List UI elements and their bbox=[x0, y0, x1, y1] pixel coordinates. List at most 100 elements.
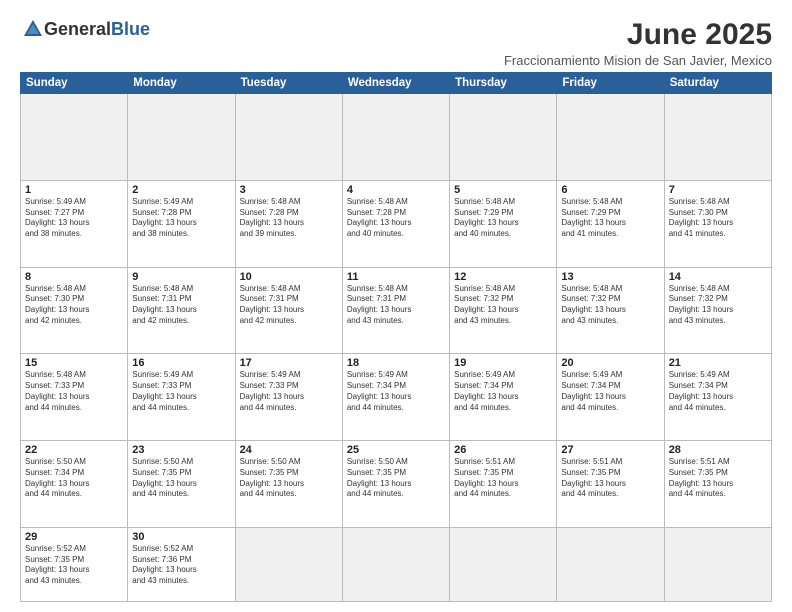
logo: GeneralBlue bbox=[20, 18, 150, 40]
calendar-cell bbox=[664, 94, 771, 181]
calendar-cell: 2Sunrise: 5:49 AMSunset: 7:28 PMDaylight… bbox=[128, 180, 235, 267]
calendar-cell bbox=[450, 94, 557, 181]
day-info: Sunrise: 5:48 AMSunset: 7:32 PMDaylight:… bbox=[669, 284, 767, 327]
day-info: Sunrise: 5:49 AMSunset: 7:28 PMDaylight:… bbox=[132, 197, 230, 240]
day-number: 18 bbox=[347, 357, 445, 369]
day-info: Sunrise: 5:52 AMSunset: 7:35 PMDaylight:… bbox=[25, 544, 123, 587]
calendar-cell bbox=[128, 94, 235, 181]
weekday-header-wednesday: Wednesday bbox=[342, 73, 449, 94]
day-number: 25 bbox=[347, 444, 445, 456]
weekday-header-friday: Friday bbox=[557, 73, 664, 94]
day-info: Sunrise: 5:49 AMSunset: 7:34 PMDaylight:… bbox=[669, 370, 767, 413]
calendar-cell: 10Sunrise: 5:48 AMSunset: 7:31 PMDayligh… bbox=[235, 267, 342, 354]
calendar-cell: 9Sunrise: 5:48 AMSunset: 7:31 PMDaylight… bbox=[128, 267, 235, 354]
day-info: Sunrise: 5:49 AMSunset: 7:33 PMDaylight:… bbox=[132, 370, 230, 413]
day-info: Sunrise: 5:48 AMSunset: 7:28 PMDaylight:… bbox=[347, 197, 445, 240]
calendar-cell bbox=[342, 94, 449, 181]
calendar-page: GeneralBlue June 2025 Fraccionamiento Mi… bbox=[0, 0, 792, 612]
day-info: Sunrise: 5:48 AMSunset: 7:30 PMDaylight:… bbox=[25, 284, 123, 327]
day-info: Sunrise: 5:49 AMSunset: 7:34 PMDaylight:… bbox=[347, 370, 445, 413]
day-number: 28 bbox=[669, 444, 767, 456]
calendar-cell: 16Sunrise: 5:49 AMSunset: 7:33 PMDayligh… bbox=[128, 354, 235, 441]
day-info: Sunrise: 5:50 AMSunset: 7:35 PMDaylight:… bbox=[132, 457, 230, 500]
logo-text-blue: Blue bbox=[111, 19, 150, 39]
calendar-cell: 3Sunrise: 5:48 AMSunset: 7:28 PMDaylight… bbox=[235, 180, 342, 267]
calendar-cell: 25Sunrise: 5:50 AMSunset: 7:35 PMDayligh… bbox=[342, 441, 449, 528]
day-info: Sunrise: 5:51 AMSunset: 7:35 PMDaylight:… bbox=[454, 457, 552, 500]
day-number: 16 bbox=[132, 357, 230, 369]
day-number: 5 bbox=[454, 184, 552, 196]
week-row-2: 8Sunrise: 5:48 AMSunset: 7:30 PMDaylight… bbox=[21, 267, 772, 354]
weekday-header-monday: Monday bbox=[128, 73, 235, 94]
calendar-cell: 20Sunrise: 5:49 AMSunset: 7:34 PMDayligh… bbox=[557, 354, 664, 441]
calendar-cell: 12Sunrise: 5:48 AMSunset: 7:32 PMDayligh… bbox=[450, 267, 557, 354]
calendar-cell: 21Sunrise: 5:49 AMSunset: 7:34 PMDayligh… bbox=[664, 354, 771, 441]
calendar-cell bbox=[342, 527, 449, 601]
calendar-cell: 29Sunrise: 5:52 AMSunset: 7:35 PMDayligh… bbox=[21, 527, 128, 601]
calendar-cell: 18Sunrise: 5:49 AMSunset: 7:34 PMDayligh… bbox=[342, 354, 449, 441]
header: GeneralBlue June 2025 Fraccionamiento Mi… bbox=[20, 18, 772, 68]
day-info: Sunrise: 5:48 AMSunset: 7:29 PMDaylight:… bbox=[561, 197, 659, 240]
weekday-header-row: SundayMondayTuesdayWednesdayThursdayFrid… bbox=[21, 73, 772, 94]
day-number: 4 bbox=[347, 184, 445, 196]
day-number: 6 bbox=[561, 184, 659, 196]
calendar-cell bbox=[235, 527, 342, 601]
weekday-header-saturday: Saturday bbox=[664, 73, 771, 94]
day-info: Sunrise: 5:49 AMSunset: 7:27 PMDaylight:… bbox=[25, 197, 123, 240]
calendar-cell bbox=[450, 527, 557, 601]
title-block: June 2025 Fraccionamiento Mision de San … bbox=[504, 18, 772, 68]
weekday-header-thursday: Thursday bbox=[450, 73, 557, 94]
day-info: Sunrise: 5:48 AMSunset: 7:32 PMDaylight:… bbox=[454, 284, 552, 327]
calendar-cell: 11Sunrise: 5:48 AMSunset: 7:31 PMDayligh… bbox=[342, 267, 449, 354]
calendar-cell bbox=[557, 527, 664, 601]
calendar-cell: 8Sunrise: 5:48 AMSunset: 7:30 PMDaylight… bbox=[21, 267, 128, 354]
week-row-4: 22Sunrise: 5:50 AMSunset: 7:34 PMDayligh… bbox=[21, 441, 772, 528]
calendar-cell bbox=[557, 94, 664, 181]
calendar-cell: 1Sunrise: 5:49 AMSunset: 7:27 PMDaylight… bbox=[21, 180, 128, 267]
day-number: 11 bbox=[347, 271, 445, 283]
day-number: 21 bbox=[669, 357, 767, 369]
calendar-cell bbox=[21, 94, 128, 181]
weekday-header-tuesday: Tuesday bbox=[235, 73, 342, 94]
day-number: 24 bbox=[240, 444, 338, 456]
day-info: Sunrise: 5:48 AMSunset: 7:28 PMDaylight:… bbox=[240, 197, 338, 240]
day-number: 15 bbox=[25, 357, 123, 369]
calendar-cell: 22Sunrise: 5:50 AMSunset: 7:34 PMDayligh… bbox=[21, 441, 128, 528]
calendar-cell: 17Sunrise: 5:49 AMSunset: 7:33 PMDayligh… bbox=[235, 354, 342, 441]
calendar-title: June 2025 bbox=[504, 18, 772, 51]
day-number: 10 bbox=[240, 271, 338, 283]
day-info: Sunrise: 5:49 AMSunset: 7:34 PMDaylight:… bbox=[561, 370, 659, 413]
day-info: Sunrise: 5:48 AMSunset: 7:31 PMDaylight:… bbox=[132, 284, 230, 327]
day-number: 27 bbox=[561, 444, 659, 456]
day-number: 17 bbox=[240, 357, 338, 369]
day-info: Sunrise: 5:48 AMSunset: 7:31 PMDaylight:… bbox=[347, 284, 445, 327]
week-row-0 bbox=[21, 94, 772, 181]
calendar-table: SundayMondayTuesdayWednesdayThursdayFrid… bbox=[20, 72, 772, 602]
day-number: 2 bbox=[132, 184, 230, 196]
day-info: Sunrise: 5:50 AMSunset: 7:35 PMDaylight:… bbox=[347, 457, 445, 500]
day-info: Sunrise: 5:50 AMSunset: 7:34 PMDaylight:… bbox=[25, 457, 123, 500]
day-number: 23 bbox=[132, 444, 230, 456]
day-number: 26 bbox=[454, 444, 552, 456]
day-number: 9 bbox=[132, 271, 230, 283]
day-info: Sunrise: 5:48 AMSunset: 7:32 PMDaylight:… bbox=[561, 284, 659, 327]
calendar-cell: 7Sunrise: 5:48 AMSunset: 7:30 PMDaylight… bbox=[664, 180, 771, 267]
week-row-3: 15Sunrise: 5:48 AMSunset: 7:33 PMDayligh… bbox=[21, 354, 772, 441]
day-number: 20 bbox=[561, 357, 659, 369]
calendar-cell: 15Sunrise: 5:48 AMSunset: 7:33 PMDayligh… bbox=[21, 354, 128, 441]
calendar-cell: 5Sunrise: 5:48 AMSunset: 7:29 PMDaylight… bbox=[450, 180, 557, 267]
day-number: 1 bbox=[25, 184, 123, 196]
day-info: Sunrise: 5:52 AMSunset: 7:36 PMDaylight:… bbox=[132, 544, 230, 587]
day-info: Sunrise: 5:49 AMSunset: 7:34 PMDaylight:… bbox=[454, 370, 552, 413]
day-info: Sunrise: 5:49 AMSunset: 7:33 PMDaylight:… bbox=[240, 370, 338, 413]
calendar-cell: 28Sunrise: 5:51 AMSunset: 7:35 PMDayligh… bbox=[664, 441, 771, 528]
day-number: 29 bbox=[25, 531, 123, 543]
calendar-cell bbox=[664, 527, 771, 601]
calendar-cell: 19Sunrise: 5:49 AMSunset: 7:34 PMDayligh… bbox=[450, 354, 557, 441]
calendar-cell: 24Sunrise: 5:50 AMSunset: 7:35 PMDayligh… bbox=[235, 441, 342, 528]
day-number: 7 bbox=[669, 184, 767, 196]
day-number: 12 bbox=[454, 271, 552, 283]
calendar-cell: 4Sunrise: 5:48 AMSunset: 7:28 PMDaylight… bbox=[342, 180, 449, 267]
day-info: Sunrise: 5:48 AMSunset: 7:33 PMDaylight:… bbox=[25, 370, 123, 413]
day-number: 3 bbox=[240, 184, 338, 196]
